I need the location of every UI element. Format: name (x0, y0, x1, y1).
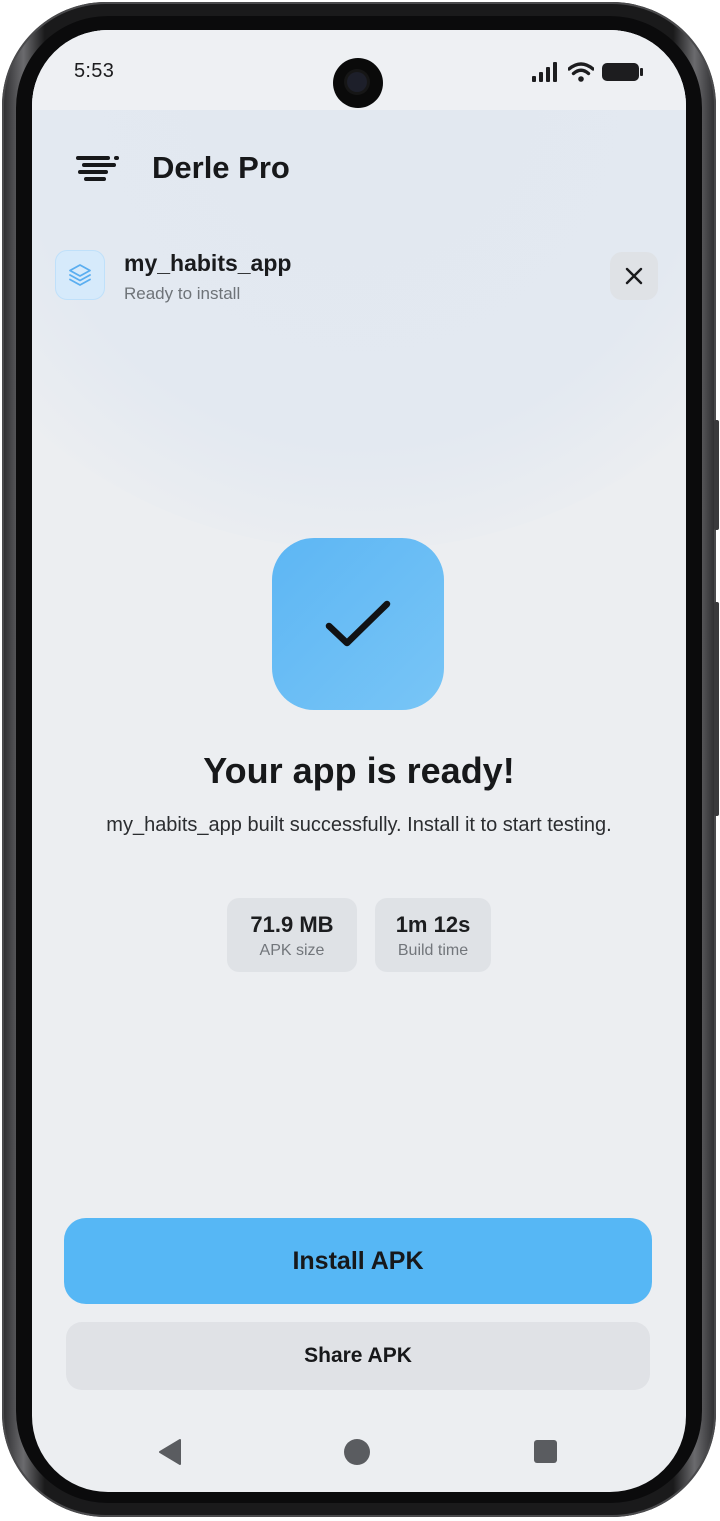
front-camera (333, 58, 383, 108)
success-message: my_habits_app built successfully. Instal… (106, 814, 612, 836)
menu-icon (76, 156, 119, 181)
stat-value: 1m 12s (395, 912, 471, 937)
project-bar: my_habits_app Ready to install (32, 246, 686, 306)
build-stats: 71.9 MB APK size 1m 12s Build time (32, 898, 686, 972)
close-icon (625, 267, 643, 285)
project-icon-tile (55, 250, 105, 300)
status-icons (532, 60, 644, 84)
status-bar: 5:53 (32, 30, 686, 110)
app-title: Derle Pro (152, 150, 290, 185)
install-apk-button[interactable]: Install APK (64, 1218, 652, 1304)
app-header: Derle Pro (32, 142, 686, 198)
stat-apk-size: 71.9 MB APK size (227, 898, 357, 972)
stat-build-time: 1m 12s Build time (375, 898, 491, 972)
volume-button (714, 602, 719, 816)
screen: 5:53 Derle Pro my_habits_app Ready to in… (32, 30, 686, 1492)
layers-icon (69, 264, 91, 286)
share-apk-button[interactable]: Share APK (66, 1322, 650, 1390)
back-triangle-icon[interactable] (158, 1438, 182, 1466)
headline: Your app is ready! (203, 750, 515, 791)
close-button[interactable] (610, 252, 658, 300)
wifi-icon (568, 62, 594, 82)
project-status: Ready to install (124, 284, 241, 303)
checkmark-icon (325, 600, 391, 647)
menu-button[interactable] (74, 150, 122, 190)
stat-value: 71.9 MB (250, 912, 334, 937)
status-time: 5:53 (74, 60, 115, 82)
project-name: my_habits_app (124, 250, 292, 276)
signal-icon (532, 62, 557, 82)
battery-icon (602, 63, 643, 81)
stat-label: APK size (259, 942, 325, 959)
stat-label: Build time (397, 942, 469, 959)
home-circle-icon[interactable] (344, 1439, 370, 1465)
navigation-bar (32, 1428, 686, 1478)
recents-square-icon[interactable] (534, 1440, 557, 1463)
power-button (714, 420, 719, 530)
success-tile (272, 538, 444, 710)
